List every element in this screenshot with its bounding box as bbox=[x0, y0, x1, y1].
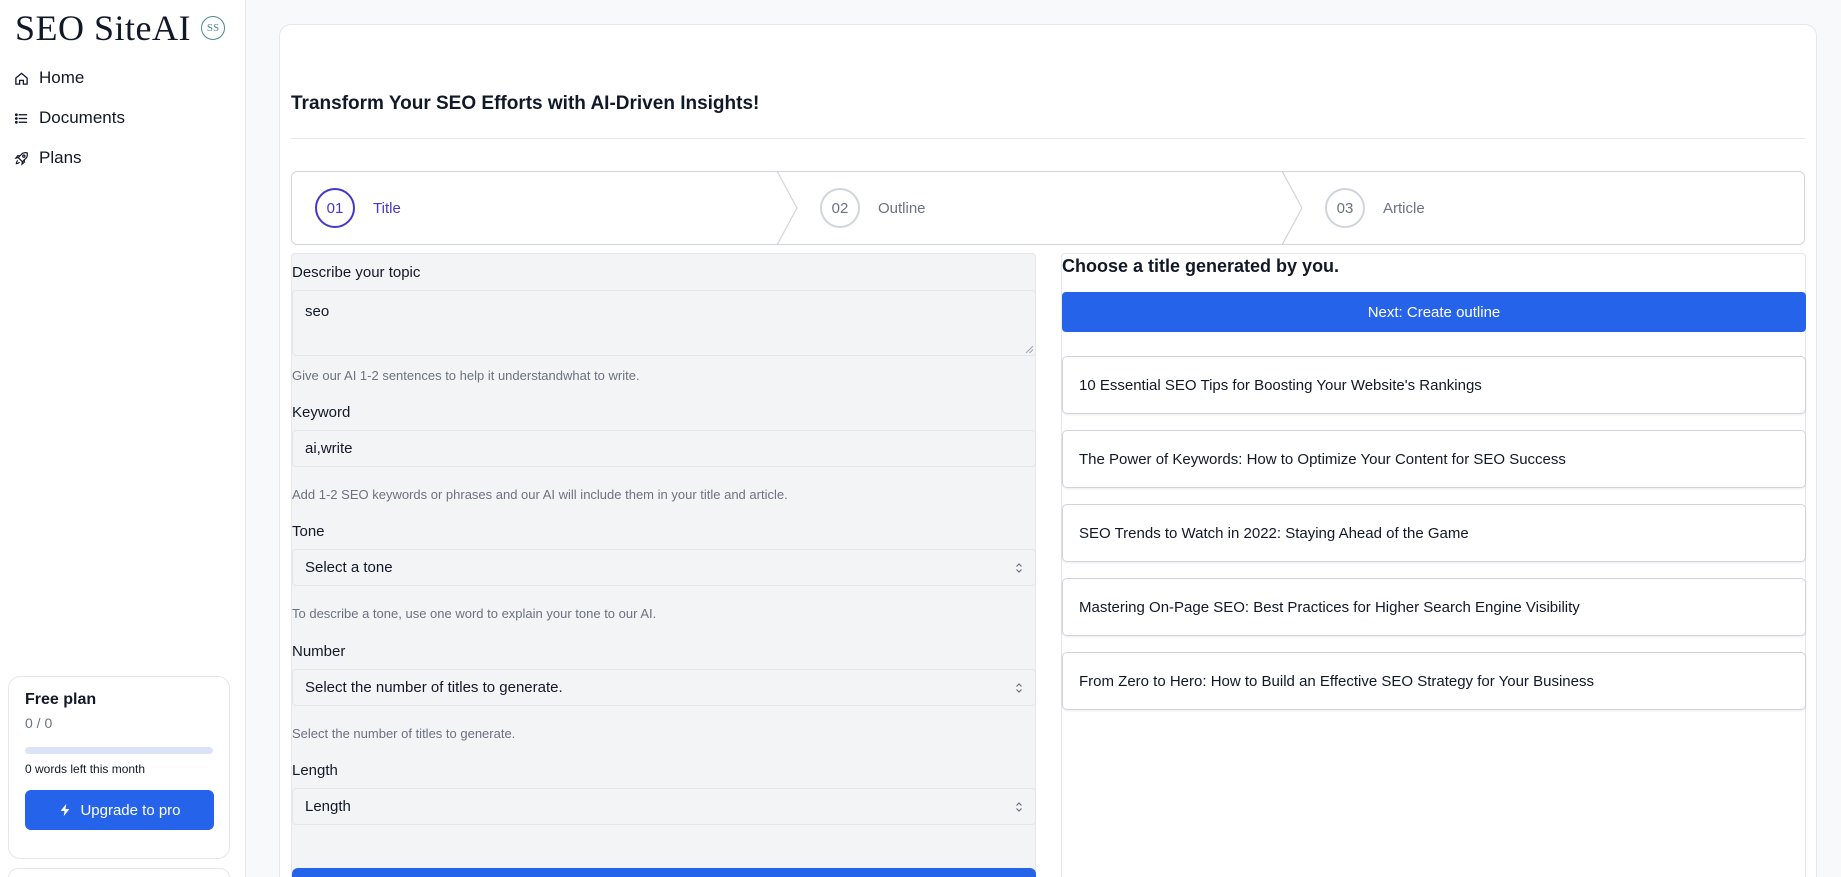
keyword-label: Keyword bbox=[292, 404, 351, 421]
sidebar-item-label: Documents bbox=[39, 108, 125, 127]
results-title: Choose a title generated by you. bbox=[1062, 256, 1340, 276]
plan-card: Free plan 0 / 0 0 words left this month … bbox=[8, 676, 230, 859]
resize-grip-icon[interactable] bbox=[1025, 345, 1033, 353]
upgrade-label: Upgrade to pro bbox=[80, 801, 181, 819]
plan-usage-count: 0 / 0 bbox=[25, 715, 53, 731]
next-create-outline-button[interactable]: Next: Create outline bbox=[1062, 292, 1806, 332]
number-selected: Select the number of titles to generate. bbox=[305, 679, 563, 696]
step-label: Article bbox=[1383, 199, 1425, 217]
lightning-icon bbox=[61, 803, 70, 817]
chevron-up-down-icon bbox=[1016, 801, 1022, 812]
chevron-up-down-icon bbox=[1016, 682, 1022, 693]
step-title[interactable]: 01 Title bbox=[315, 172, 401, 244]
brand[interactable]: SEO SiteAI SS bbox=[15, 8, 225, 48]
plan-title: Free plan bbox=[25, 691, 97, 708]
main-panel: Transform Your SEO Efforts with AI-Drive… bbox=[279, 24, 1817, 877]
title-results: Choose a title generated by you. Next: C… bbox=[1061, 253, 1806, 877]
title-option[interactable]: Mastering On-Page SEO: Best Practices fo… bbox=[1062, 578, 1806, 636]
length-label: Length bbox=[292, 762, 338, 779]
page-title: Transform Your SEO Efforts with AI-Drive… bbox=[291, 93, 760, 114]
title-option[interactable]: 10 Essential SEO Tips for Boosting Your … bbox=[1062, 356, 1806, 414]
topic-value: seo bbox=[305, 303, 330, 320]
step-number: 02 bbox=[820, 188, 860, 228]
number-select[interactable]: Select the number of titles to generate. bbox=[292, 669, 1036, 706]
rocket-icon bbox=[14, 151, 28, 166]
divider bbox=[291, 138, 1805, 139]
number-hint: Select the number of titles to generate. bbox=[292, 726, 516, 741]
tone-selected: Select a tone bbox=[305, 559, 393, 576]
topic-hint: Give our AI 1-2 sentences to help it und… bbox=[292, 368, 640, 383]
sidebar-item-plans[interactable]: Plans bbox=[14, 138, 125, 178]
step-outline[interactable]: 02 Outline bbox=[820, 172, 926, 244]
keyword-input[interactable]: ai,write bbox=[292, 430, 1036, 467]
step-number: 01 bbox=[315, 188, 355, 228]
sidebar-item-documents[interactable]: Documents bbox=[14, 98, 125, 138]
list-icon bbox=[14, 112, 28, 124]
step-separator bbox=[777, 172, 798, 244]
step-article[interactable]: 03 Article bbox=[1325, 172, 1425, 244]
chevron-up-down-icon bbox=[1016, 562, 1022, 573]
generate-titles-button[interactable] bbox=[292, 868, 1036, 877]
topic-label: Describe your topic bbox=[292, 264, 421, 281]
topic-form: Describe your topic seo Give our AI 1-2 … bbox=[291, 253, 1036, 877]
title-option[interactable]: The Power of Keywords: How to Optimize Y… bbox=[1062, 430, 1806, 488]
keyword-hint: Add 1-2 SEO keywords or phrases and our … bbox=[292, 487, 788, 502]
plan-usage-bar bbox=[25, 747, 213, 754]
brand-badge: SS bbox=[201, 16, 225, 40]
user-card[interactable] bbox=[8, 868, 230, 877]
brand-name: SEO SiteAI bbox=[15, 8, 191, 48]
topic-textarea[interactable]: seo bbox=[292, 290, 1036, 356]
tone-select[interactable]: Select a tone bbox=[292, 549, 1036, 586]
step-separator bbox=[1282, 172, 1303, 244]
sidebar-item-label: Plans bbox=[39, 148, 82, 167]
tone-hint: To describe a tone, use one word to expl… bbox=[292, 606, 657, 621]
stepper: 01 Title 02 Outline 03 Article bbox=[291, 171, 1805, 245]
length-selected: Length bbox=[305, 798, 351, 815]
sidebar-item-home[interactable]: Home bbox=[14, 58, 125, 98]
sidebar: SEO SiteAI SS Home Documents Plans Free … bbox=[0, 0, 246, 877]
step-label: Title bbox=[373, 199, 401, 217]
plan-words-left: 0 words left this month bbox=[25, 762, 146, 776]
title-option[interactable]: SEO Trends to Watch in 2022: Staying Ahe… bbox=[1062, 504, 1806, 562]
keyword-value: ai,write bbox=[305, 440, 353, 457]
upgrade-button[interactable]: Upgrade to pro bbox=[25, 790, 214, 830]
length-select[interactable]: Length bbox=[292, 788, 1036, 825]
sidebar-item-label: Home bbox=[39, 68, 85, 87]
step-number: 03 bbox=[1325, 188, 1365, 228]
sidebar-nav: Home Documents Plans bbox=[14, 58, 125, 178]
step-label: Outline bbox=[878, 199, 926, 217]
number-label: Number bbox=[292, 643, 346, 660]
home-icon bbox=[15, 71, 28, 85]
tone-label: Tone bbox=[292, 523, 325, 540]
title-option[interactable]: From Zero to Hero: How to Build an Effec… bbox=[1062, 652, 1806, 710]
